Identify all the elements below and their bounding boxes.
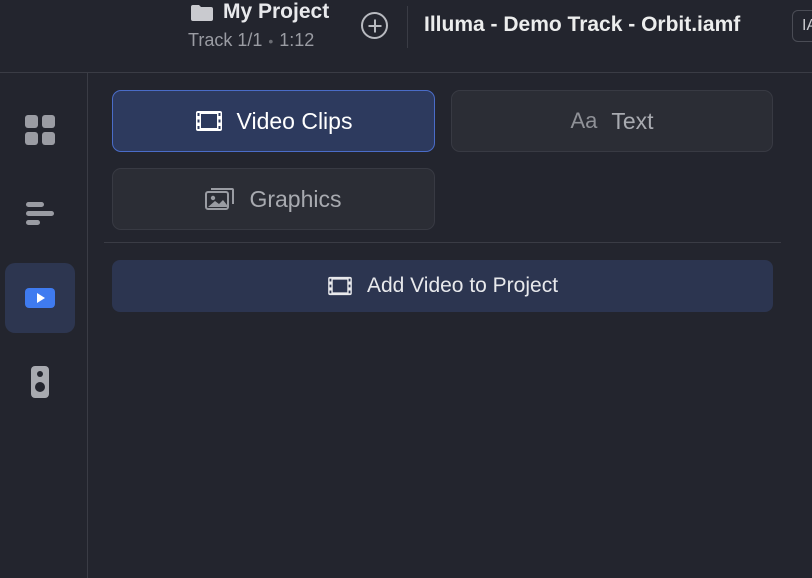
project-name[interactable]: My Project xyxy=(223,0,329,24)
folder-icon xyxy=(191,5,213,21)
film-icon xyxy=(328,276,352,296)
sidebar-item-speaker[interactable] xyxy=(5,347,75,417)
sidebar-item-video[interactable] xyxy=(5,263,75,333)
track-separator: • xyxy=(268,33,274,49)
section-divider xyxy=(104,242,781,243)
sidebar-item-grid[interactable] xyxy=(5,95,75,165)
film-icon xyxy=(195,111,222,131)
tab-video-clips[interactable]: Video Clips xyxy=(112,90,435,152)
tab-text[interactable]: Aa Text xyxy=(451,90,773,152)
tab-video-clips-label: Video Clips xyxy=(236,107,353,134)
text-aa-icon: Aa xyxy=(570,108,598,133)
add-video-label: Add Video to Project xyxy=(366,274,559,297)
add-track-icon[interactable] xyxy=(361,12,388,39)
sidebar xyxy=(0,73,88,578)
tab-graphics[interactable]: Graphics xyxy=(112,168,435,230)
top-bar: My Project Track 1/1 • 1:12 Illuma - Demo … xyxy=(0,0,812,73)
track-info: Track 1/1 • 1:12 xyxy=(188,30,314,51)
photos-icon xyxy=(205,188,235,210)
track-duration: 1:12 xyxy=(279,30,315,50)
video-play-icon xyxy=(25,288,55,308)
tab-text-label: Text xyxy=(611,107,654,134)
add-video-button[interactable]: Add Video to Project xyxy=(112,260,773,312)
grid-icon xyxy=(25,115,55,145)
speaker-icon xyxy=(31,366,49,398)
align-lines-icon xyxy=(26,202,54,225)
sidebar-item-align[interactable] xyxy=(5,179,75,249)
tab-graphics-label: Graphics xyxy=(249,185,342,212)
top-divider xyxy=(407,6,408,48)
track-label: Track 1/1 xyxy=(188,30,263,50)
file-title: Illuma - Demo Track - Orbit.iamf xyxy=(424,13,741,36)
right-chip-button[interactable]: IA xyxy=(792,10,812,42)
